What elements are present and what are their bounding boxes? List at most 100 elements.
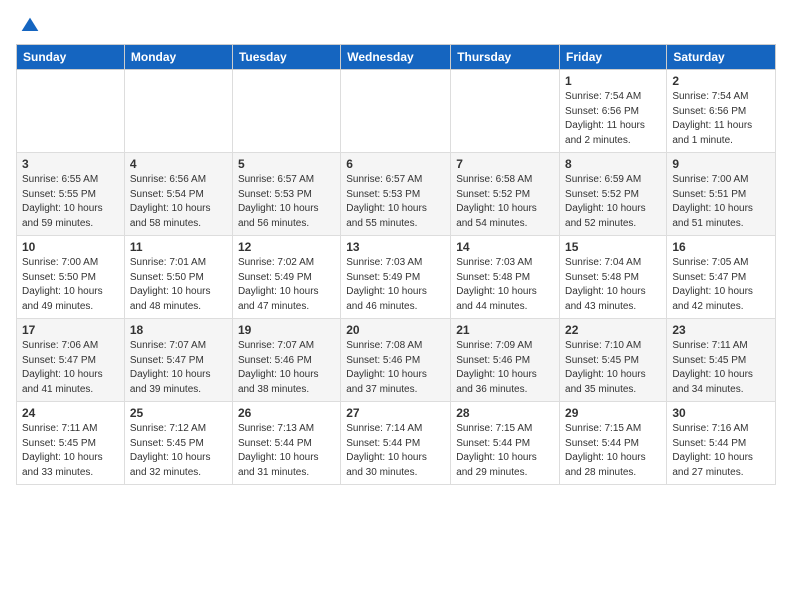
weekday-header: Tuesday: [232, 45, 340, 70]
day-number: 15: [565, 240, 661, 254]
calendar-day-cell: 15 Sunrise: 7:04 AM Sunset: 5:48 PM Dayli…: [560, 236, 667, 319]
calendar-day-cell: 17 Sunrise: 7:06 AM Sunset: 5:47 PM Dayli…: [17, 319, 125, 402]
weekday-header: Saturday: [667, 45, 776, 70]
day-info: Sunrise: 7:11 AM Sunset: 5:45 PM Dayligh…: [22, 422, 119, 480]
weekday-header: Sunday: [17, 45, 125, 70]
day-info: Sunrise: 7:03 AM Sunset: 5:48 PM Dayligh…: [456, 256, 554, 314]
day-info: Sunrise: 7:07 AM Sunset: 5:47 PM Dayligh…: [130, 339, 227, 397]
calendar-day-cell: 19 Sunrise: 7:07 AM Sunset: 5:46 PM Dayli…: [232, 319, 340, 402]
calendar-day-cell: 9 Sunrise: 7:00 AM Sunset: 5:51 PM Daylig…: [667, 153, 776, 236]
day-info: Sunrise: 6:56 AM Sunset: 5:54 PM Dayligh…: [130, 173, 227, 231]
day-number: 14: [456, 240, 554, 254]
calendar-table: SundayMondayTuesdayWednesdayThursdayFrid…: [16, 44, 776, 485]
day-number: 7: [456, 157, 554, 171]
day-number: 16: [672, 240, 770, 254]
day-info: Sunrise: 7:10 AM Sunset: 5:45 PM Dayligh…: [565, 339, 661, 397]
day-number: 21: [456, 323, 554, 337]
day-info: Sunrise: 7:11 AM Sunset: 5:45 PM Dayligh…: [672, 339, 770, 397]
day-number: 26: [238, 406, 335, 420]
calendar-day-cell: 14 Sunrise: 7:03 AM Sunset: 5:48 PM Dayli…: [451, 236, 560, 319]
weekday-header: Monday: [124, 45, 232, 70]
day-info: Sunrise: 7:06 AM Sunset: 5:47 PM Dayligh…: [22, 339, 119, 397]
day-info: Sunrise: 7:01 AM Sunset: 5:50 PM Dayligh…: [130, 256, 227, 314]
calendar-week-row: 17 Sunrise: 7:06 AM Sunset: 5:47 PM Dayli…: [17, 319, 776, 402]
calendar-day-cell: 28 Sunrise: 7:15 AM Sunset: 5:44 PM Dayli…: [451, 402, 560, 485]
calendar-day-cell: 23 Sunrise: 7:11 AM Sunset: 5:45 PM Dayli…: [667, 319, 776, 402]
day-info: Sunrise: 7:12 AM Sunset: 5:45 PM Dayligh…: [130, 422, 227, 480]
calendar-day-cell: 16 Sunrise: 7:05 AM Sunset: 5:47 PM Dayli…: [667, 236, 776, 319]
day-info: Sunrise: 7:04 AM Sunset: 5:48 PM Dayligh…: [565, 256, 661, 314]
page-header: [16, 16, 776, 32]
day-number: 25: [130, 406, 227, 420]
day-number: 6: [346, 157, 445, 171]
calendar-day-cell: 7 Sunrise: 6:58 AM Sunset: 5:52 PM Daylig…: [451, 153, 560, 236]
day-number: 29: [565, 406, 661, 420]
calendar-day-cell: [451, 70, 560, 153]
calendar-day-cell: 25 Sunrise: 7:12 AM Sunset: 5:45 PM Dayli…: [124, 402, 232, 485]
day-info: Sunrise: 7:07 AM Sunset: 5:46 PM Dayligh…: [238, 339, 335, 397]
calendar-body: 1 Sunrise: 7:54 AM Sunset: 6:56 PM Daylig…: [17, 70, 776, 485]
day-info: Sunrise: 7:03 AM Sunset: 5:49 PM Dayligh…: [346, 256, 445, 314]
calendar-day-cell: [124, 70, 232, 153]
calendar-week-row: 1 Sunrise: 7:54 AM Sunset: 6:56 PM Daylig…: [17, 70, 776, 153]
day-number: 1: [565, 74, 661, 88]
day-number: 17: [22, 323, 119, 337]
calendar-day-cell: 8Sunrise: 6:59 AM Sunset: 5:52 PM Daylig…: [560, 153, 667, 236]
day-number: 20: [346, 323, 445, 337]
day-info: Sunrise: 6:58 AM Sunset: 5:52 PM Dayligh…: [456, 173, 554, 231]
day-info: Sunrise: 7:02 AM Sunset: 5:49 PM Dayligh…: [238, 256, 335, 314]
calendar-day-cell: 27 Sunrise: 7:14 AM Sunset: 5:44 PM Dayli…: [341, 402, 451, 485]
day-info: Sunrise: 6:55 AM Sunset: 5:55 PM Dayligh…: [22, 173, 119, 231]
calendar-day-cell: 30Sunrise: 7:16 AM Sunset: 5:44 PM Dayli…: [667, 402, 776, 485]
calendar-day-cell: 26 Sunrise: 7:13 AM Sunset: 5:44 PM Dayli…: [232, 402, 340, 485]
day-number: 28: [456, 406, 554, 420]
calendar-week-row: 10 Sunrise: 7:00 AM Sunset: 5:50 PM Dayli…: [17, 236, 776, 319]
day-info: Sunrise: 7:13 AM Sunset: 5:44 PM Dayligh…: [238, 422, 335, 480]
day-info: Sunrise: 7:00 AM Sunset: 5:51 PM Dayligh…: [672, 173, 770, 231]
day-number: 2: [672, 74, 770, 88]
day-info: Sunrise: 7:05 AM Sunset: 5:47 PM Dayligh…: [672, 256, 770, 314]
calendar-day-cell: 1 Sunrise: 7:54 AM Sunset: 6:56 PM Daylig…: [560, 70, 667, 153]
day-info: Sunrise: 7:54 AM Sunset: 6:56 PM Dayligh…: [565, 90, 661, 148]
day-info: Sunrise: 6:57 AM Sunset: 5:53 PM Dayligh…: [238, 173, 335, 231]
day-number: 30: [672, 406, 770, 420]
day-number: 24: [22, 406, 119, 420]
day-info: Sunrise: 7:54 AM Sunset: 6:56 PM Dayligh…: [672, 90, 770, 148]
day-number: 5: [238, 157, 335, 171]
calendar-day-cell: 20Sunrise: 7:08 AM Sunset: 5:46 PM Dayli…: [341, 319, 451, 402]
day-number: 8: [565, 157, 661, 171]
day-number: 27: [346, 406, 445, 420]
day-number: 10: [22, 240, 119, 254]
day-number: 19: [238, 323, 335, 337]
calendar-day-cell: 29 Sunrise: 7:15 AM Sunset: 5:44 PM Dayli…: [560, 402, 667, 485]
calendar-day-cell: 18 Sunrise: 7:07 AM Sunset: 5:47 PM Dayli…: [124, 319, 232, 402]
day-info: Sunrise: 7:15 AM Sunset: 5:44 PM Dayligh…: [565, 422, 661, 480]
day-number: 22: [565, 323, 661, 337]
day-number: 11: [130, 240, 227, 254]
day-number: 4: [130, 157, 227, 171]
calendar-day-cell: 13 Sunrise: 7:03 AM Sunset: 5:49 PM Dayli…: [341, 236, 451, 319]
calendar-day-cell: 3Sunrise: 6:55 AM Sunset: 5:55 PM Daylig…: [17, 153, 125, 236]
calendar-week-row: 24 Sunrise: 7:11 AM Sunset: 5:45 PM Dayli…: [17, 402, 776, 485]
day-info: Sunrise: 7:00 AM Sunset: 5:50 PM Dayligh…: [22, 256, 119, 314]
day-number: 12: [238, 240, 335, 254]
logo: [16, 16, 40, 32]
calendar-day-cell: 24 Sunrise: 7:11 AM Sunset: 5:45 PM Dayli…: [17, 402, 125, 485]
day-number: 9: [672, 157, 770, 171]
calendar-day-cell: 11 Sunrise: 7:01 AM Sunset: 5:50 PM Dayli…: [124, 236, 232, 319]
calendar-day-cell: 12 Sunrise: 7:02 AM Sunset: 5:49 PM Dayli…: [232, 236, 340, 319]
day-info: Sunrise: 7:14 AM Sunset: 5:44 PM Dayligh…: [346, 422, 445, 480]
calendar-header-row: SundayMondayTuesdayWednesdayThursdayFrid…: [17, 45, 776, 70]
calendar-day-cell: 22 Sunrise: 7:10 AM Sunset: 5:45 PM Dayli…: [560, 319, 667, 402]
weekday-header: Wednesday: [341, 45, 451, 70]
calendar-day-cell: [17, 70, 125, 153]
day-info: Sunrise: 7:15 AM Sunset: 5:44 PM Dayligh…: [456, 422, 554, 480]
day-number: 18: [130, 323, 227, 337]
calendar-day-cell: [232, 70, 340, 153]
calendar-day-cell: 4 Sunrise: 6:56 AM Sunset: 5:54 PM Daylig…: [124, 153, 232, 236]
calendar-day-cell: 10 Sunrise: 7:00 AM Sunset: 5:50 PM Dayli…: [17, 236, 125, 319]
day-number: 13: [346, 240, 445, 254]
day-number: 23: [672, 323, 770, 337]
weekday-header: Thursday: [451, 45, 560, 70]
calendar-week-row: 3Sunrise: 6:55 AM Sunset: 5:55 PM Daylig…: [17, 153, 776, 236]
